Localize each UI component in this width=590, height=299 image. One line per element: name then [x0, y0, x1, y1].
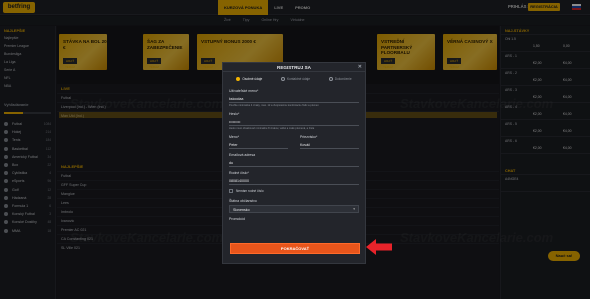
step-contact: Kontaktné údaje: [280, 77, 311, 81]
birth-number-label: Rodné číslo*: [229, 171, 249, 176]
password-field[interactable]: •••••••••: [229, 118, 359, 127]
modal-header: REGISTRUJ SA ✕: [223, 63, 365, 72]
modal-title: REGISTRUJ SA: [277, 65, 311, 70]
country-value: Slovensko: [233, 207, 250, 212]
registration-modal: REGISTRUJ SA ✕ Osobné údaje Kontaktné úd…: [222, 62, 366, 264]
name-row: Meno* Peter Priezvisko* Kováč: [223, 131, 365, 150]
chevron-down-icon: ▾: [353, 207, 355, 212]
no-birth-number-checkbox[interactable]: Nemám rodné číslo: [223, 187, 365, 195]
first-name-label: Meno*: [229, 135, 240, 140]
registration-steps: Osobné údaje Kontaktné údaje Dokončenie: [223, 72, 365, 85]
checkbox-icon[interactable]: [229, 189, 233, 194]
step-label: Kontaktné údaje: [286, 77, 311, 81]
close-icon[interactable]: ✕: [358, 63, 362, 72]
step-label: Dokončenie: [334, 77, 352, 81]
step-personal: Osobné údaje: [236, 77, 262, 81]
last-name-label: Priezvisko*: [300, 135, 318, 140]
username-label: Užívateľské meno*: [229, 89, 259, 93]
promo-label: Promokód: [229, 217, 245, 222]
first-name-field[interactable]: Peter: [229, 141, 288, 150]
step-dot-icon: [236, 77, 241, 81]
step-label: Osobné údaje: [242, 77, 263, 81]
username-field[interactable]: ksioodaa: [229, 95, 359, 103]
step-dot-icon: [328, 77, 333, 81]
country-label: Štátna občianstvo: [229, 199, 257, 204]
password-label: Heslo*: [229, 112, 240, 117]
checkbox-label: Nemám rodné číslo: [236, 189, 264, 194]
username-hint: Použite minimálne 4 znaky, max. 12 a dvo…: [229, 104, 319, 107]
email-field[interactable]: du: [229, 159, 359, 168]
country-select[interactable]: Slovensko ▾: [229, 205, 359, 214]
birth-number-field[interactable]: 0808140000: [229, 177, 359, 186]
continue-button[interactable]: POKRAČOVAŤ: [230, 243, 360, 254]
step-dot-icon: [280, 77, 285, 81]
last-name-field[interactable]: Kováč: [300, 141, 359, 150]
red-arrow-icon: [366, 239, 392, 255]
email-label: Emailová adresa: [229, 153, 256, 158]
step-finish: Dokončenie: [328, 77, 352, 81]
